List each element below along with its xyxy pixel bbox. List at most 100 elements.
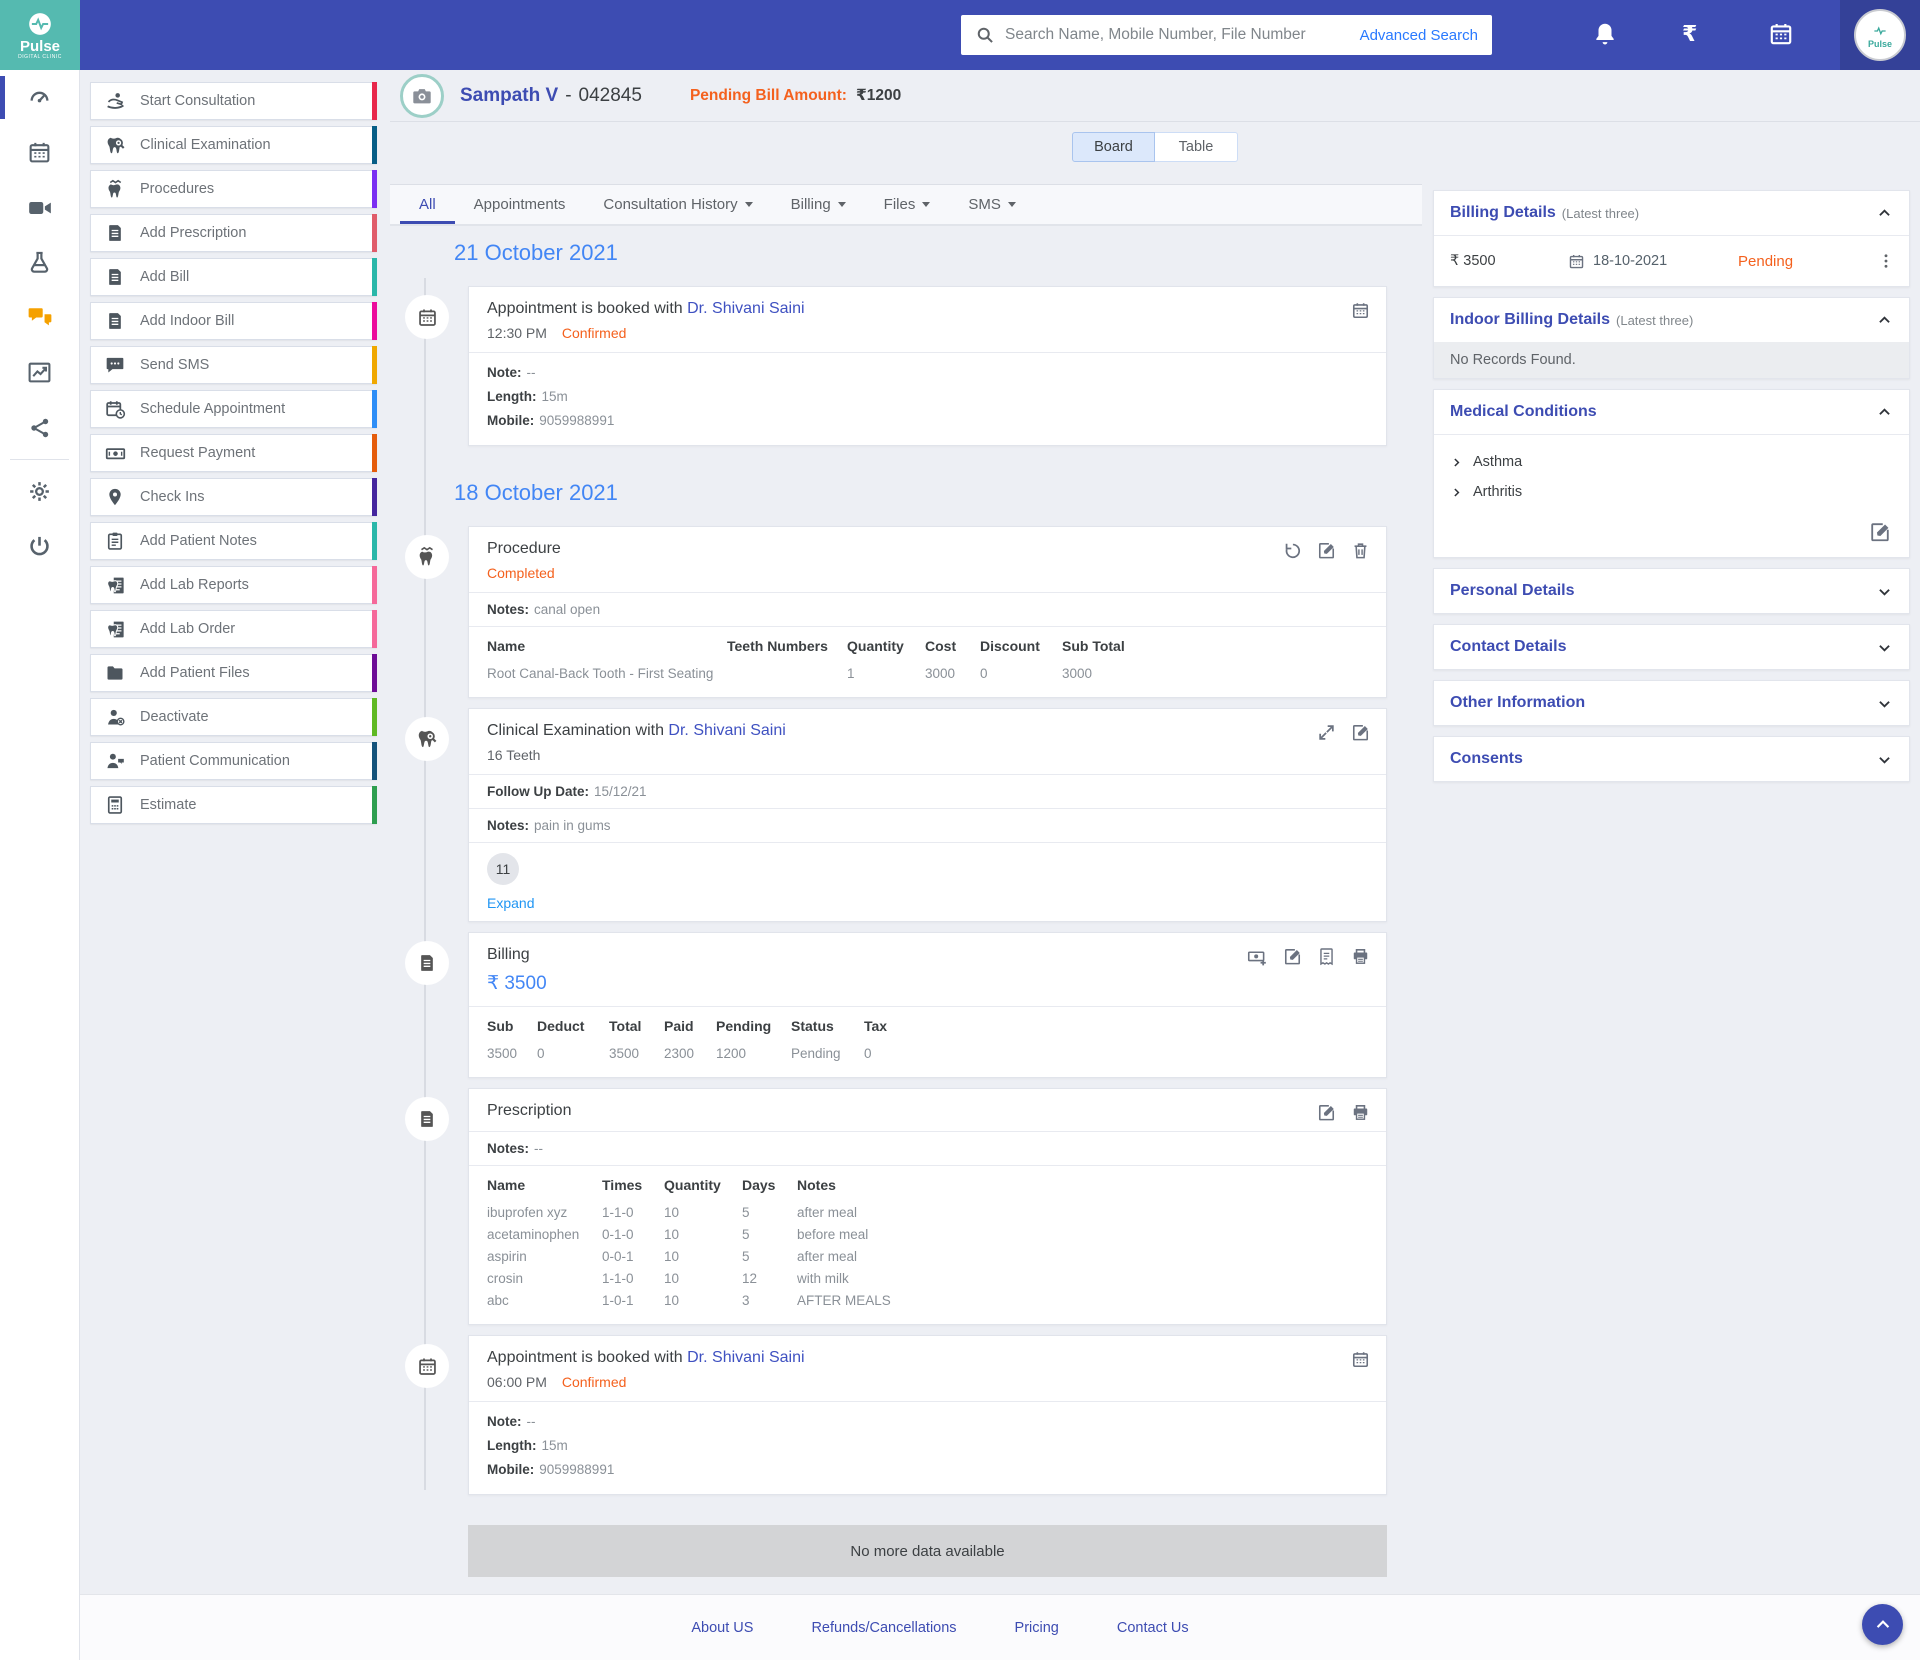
action-add-lab-reports[interactable]: Add Lab Reports: [90, 566, 377, 604]
indoor-billing-header[interactable]: Indoor Billing Details (Latest three): [1434, 298, 1909, 342]
calendar-icon[interactable]: [1351, 1350, 1370, 1369]
dropdown-caret-icon: [838, 202, 846, 207]
action-send-sms[interactable]: Send SMS: [90, 346, 377, 384]
user-avatar[interactable]: Pulse: [1840, 0, 1920, 70]
edit-icon[interactable]: [1317, 1103, 1336, 1122]
appointment-status: Confirmed: [562, 1374, 627, 1390]
tab-files[interactable]: Files: [865, 185, 950, 224]
action-clinical-examination[interactable]: Clinical Examination: [90, 126, 377, 164]
action-start-consultation[interactable]: Start Consultation: [90, 82, 377, 120]
person-chat-icon: [103, 751, 127, 772]
table-toggle-button[interactable]: Table: [1155, 132, 1238, 162]
appointments-calendar-icon[interactable]: [1768, 21, 1794, 47]
action-schedule-appointment[interactable]: Schedule Appointment: [90, 390, 377, 428]
chevron-up-icon: [1876, 404, 1893, 421]
delete-trash-icon[interactable]: [1351, 541, 1370, 560]
notifications-bell-icon[interactable]: [1592, 21, 1618, 47]
action-procedures[interactable]: Procedures: [90, 170, 377, 208]
patient-name[interactable]: Sampath V: [460, 85, 558, 107]
rail-item-share[interactable]: [0, 400, 79, 455]
medical-conditions-header[interactable]: Medical Conditions: [1434, 390, 1909, 435]
receipt-icon[interactable]: [1317, 947, 1336, 966]
more-options-button[interactable]: [1873, 252, 1899, 270]
tab-consultation-history[interactable]: Consultation History: [584, 185, 771, 224]
color-stripe: [372, 478, 377, 516]
brand-logo[interactable]: Pulse DIGITAL CLINIC: [0, 0, 80, 70]
dashboard-speedometer-icon: [27, 85, 52, 110]
global-search: Advanced Search: [961, 15, 1492, 55]
examination-notes: Notes:pain in gums: [469, 808, 1386, 842]
action-request-payment[interactable]: Request Payment: [90, 434, 377, 472]
patient-photo-avatar[interactable]: [400, 74, 444, 118]
timeline-tabs: All Appointments Consultation History Bi…: [390, 184, 1422, 226]
edit-icon[interactable]: [1351, 723, 1370, 742]
table-header-row: Sub Deduct Total Paid Pending Status Tax: [487, 1018, 1368, 1034]
edit-icon[interactable]: [1283, 947, 1302, 966]
footer-link-contact[interactable]: Contact Us: [1117, 1620, 1189, 1636]
color-stripe: [372, 126, 377, 164]
rail-item-chat[interactable]: [0, 290, 79, 345]
contact-details-header[interactable]: Contact Details: [1434, 625, 1909, 669]
edit-icon[interactable]: [1317, 541, 1336, 560]
action-estimate[interactable]: Estimate: [90, 786, 377, 824]
rail-item-video[interactable]: [0, 180, 79, 235]
action-add-patient-notes[interactable]: Add Patient Notes: [90, 522, 377, 560]
trend-chart-icon: [27, 360, 52, 385]
tooth-procedure-icon: [103, 179, 127, 200]
advanced-search-link[interactable]: Advanced Search: [1360, 27, 1478, 44]
rail-item-reports[interactable]: [0, 345, 79, 400]
rail-item-settings[interactable]: [0, 464, 79, 519]
history-undo-icon[interactable]: [1283, 541, 1302, 560]
action-add-prescription[interactable]: Add Prescription: [90, 214, 377, 252]
footer-link-refunds[interactable]: Refunds/Cancellations: [811, 1620, 956, 1636]
scroll-to-top-button[interactable]: [1862, 1604, 1903, 1645]
action-patient-communication[interactable]: Patient Communication: [90, 742, 377, 780]
action-check-ins[interactable]: Check Ins: [90, 478, 377, 516]
print-icon[interactable]: [1351, 1103, 1370, 1122]
rail-item-logout[interactable]: [0, 519, 79, 574]
print-icon[interactable]: [1351, 947, 1370, 966]
footer-link-about[interactable]: About US: [691, 1620, 753, 1636]
note-line: Note:--: [487, 365, 1368, 381]
tab-sms[interactable]: SMS: [949, 185, 1035, 224]
billing-details-header[interactable]: Billing Details (Latest three): [1434, 191, 1909, 236]
expand-link[interactable]: Expand: [487, 895, 534, 911]
medical-condition-item[interactable]: Arthritis: [1450, 477, 1893, 507]
tab-appointments[interactable]: Appointments: [455, 185, 585, 224]
chevron-down-icon: [1876, 583, 1893, 600]
request-payment-icon[interactable]: [1247, 947, 1268, 968]
action-add-indoor-bill[interactable]: Add Indoor Bill: [90, 302, 377, 340]
doctor-link[interactable]: Dr. Shivani Saini: [687, 300, 804, 317]
action-add-patient-files[interactable]: Add Patient Files: [90, 654, 377, 692]
edit-icon[interactable]: [1869, 521, 1891, 543]
other-information-header[interactable]: Other Information: [1434, 681, 1909, 725]
personal-details-header[interactable]: Personal Details: [1434, 569, 1909, 613]
appointment-title: Appointment is booked with Dr. Shivani S…: [487, 1349, 1368, 1367]
expand-fullscreen-icon[interactable]: [1317, 723, 1336, 742]
bill-doc-icon: [103, 267, 127, 287]
patient-actions-panel: Start Consultation Clinical Examination …: [90, 82, 377, 824]
kebab-menu-icon: [1877, 252, 1895, 270]
tab-billing[interactable]: Billing: [772, 185, 865, 224]
search-input[interactable]: [1005, 26, 1360, 44]
rail-item-lab[interactable]: [0, 235, 79, 290]
action-add-lab-order[interactable]: Add Lab Order: [90, 610, 377, 648]
rail-item-dashboard[interactable]: [0, 70, 79, 125]
bill-date: 18-10-2021: [1568, 253, 1738, 270]
doctor-link[interactable]: Dr. Shivani Saini: [668, 722, 785, 739]
action-deactivate[interactable]: Deactivate: [90, 698, 377, 736]
rail-item-calendar[interactable]: [0, 125, 79, 180]
sms-bubble-icon: [103, 355, 127, 375]
rail-divider: [10, 459, 69, 460]
tab-all[interactable]: All: [400, 185, 455, 224]
procedure-card: Procedure Completed Notes:canal open Nam…: [468, 526, 1387, 698]
medical-condition-item[interactable]: Asthma: [1450, 447, 1893, 477]
board-toggle-button[interactable]: Board: [1072, 132, 1155, 162]
action-add-bill[interactable]: Add Bill: [90, 258, 377, 296]
footer-link-pricing[interactable]: Pricing: [1015, 1620, 1059, 1636]
payments-rupee-icon[interactable]: ₹: [1682, 20, 1697, 48]
calendar-icon[interactable]: [1351, 301, 1370, 320]
doctor-link[interactable]: Dr. Shivani Saini: [687, 1349, 804, 1366]
consents-header[interactable]: Consents: [1434, 737, 1909, 781]
patient-file-number: 042845: [579, 85, 642, 107]
